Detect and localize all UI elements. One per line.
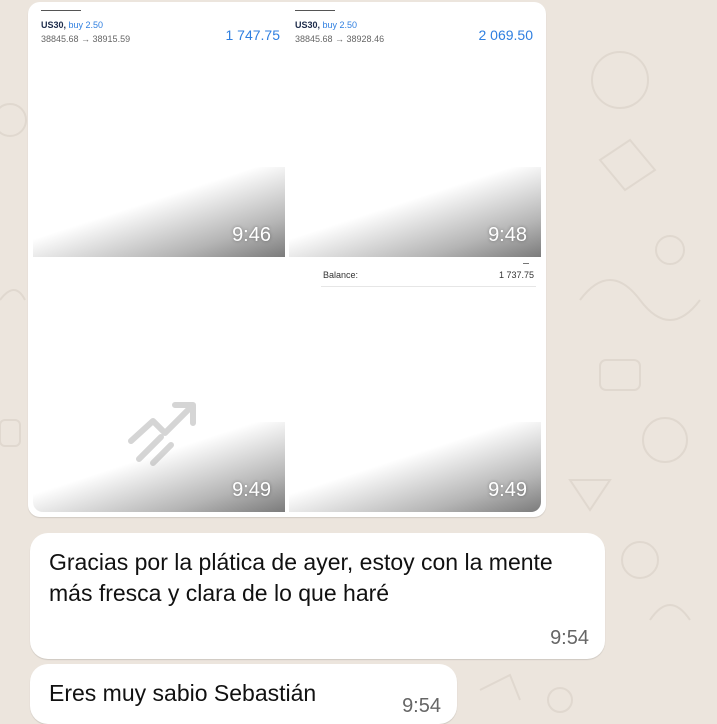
message-text: Gracias por la plática de ayer, estoy co… — [49, 549, 553, 606]
image-timestamp: 9:46 — [232, 224, 271, 246]
image-timestamp: 9:48 — [488, 224, 527, 246]
trade-screenshot-thumbnail[interactable]: US30, buy 2.50 38845.68 → 38928.46 2 069… — [289, 7, 541, 257]
balance-label: Balance: — [323, 270, 359, 280]
balance-value: 1 737.75 — [498, 270, 534, 280]
incoming-message-bubble[interactable]: Eres muy sabio Sebastián 9:54 — [30, 664, 457, 724]
trade-profit: 1 747.75 — [225, 27, 281, 43]
divider — [321, 286, 536, 287]
trade-prices: 38845.68 → 38928.46 — [295, 34, 385, 44]
trade-screenshot-thumbnail[interactable]: Balance: 1 737.75 9:49 — [289, 261, 541, 512]
trade-screenshot-thumbnail[interactable]: 9:49 — [33, 261, 285, 512]
image-album-bubble[interactable]: US30, buy 2.50 38845.68 → 38915.59 1 747… — [28, 2, 546, 517]
message-timestamp: 9:54 — [550, 627, 589, 649]
message-timestamp: 9:54 — [402, 695, 441, 717]
trade-prices: 38845.68 → 38915.59 — [41, 34, 131, 44]
image-timestamp: 9:49 — [232, 479, 271, 501]
incoming-message-bubble[interactable]: Gracias por la plática de ayer, estoy co… — [30, 533, 605, 659]
trade-side: buy 2.50 — [322, 20, 358, 30]
image-timestamp: 9:49 — [488, 479, 527, 501]
message-text: Eres muy sabio Sebastián — [49, 680, 317, 706]
trade-profit: 2 069.50 — [478, 27, 534, 43]
divider — [41, 10, 81, 11]
divider — [295, 10, 335, 11]
trade-symbol: US30, buy 2.50 — [41, 20, 104, 30]
trade-symbol: US30, buy 2.50 — [295, 20, 358, 30]
trade-side: buy 2.50 — [68, 20, 104, 30]
trade-screenshot-thumbnail[interactable]: US30, buy 2.50 38845.68 → 38915.59 1 747… — [33, 7, 285, 257]
divider — [523, 263, 529, 264]
